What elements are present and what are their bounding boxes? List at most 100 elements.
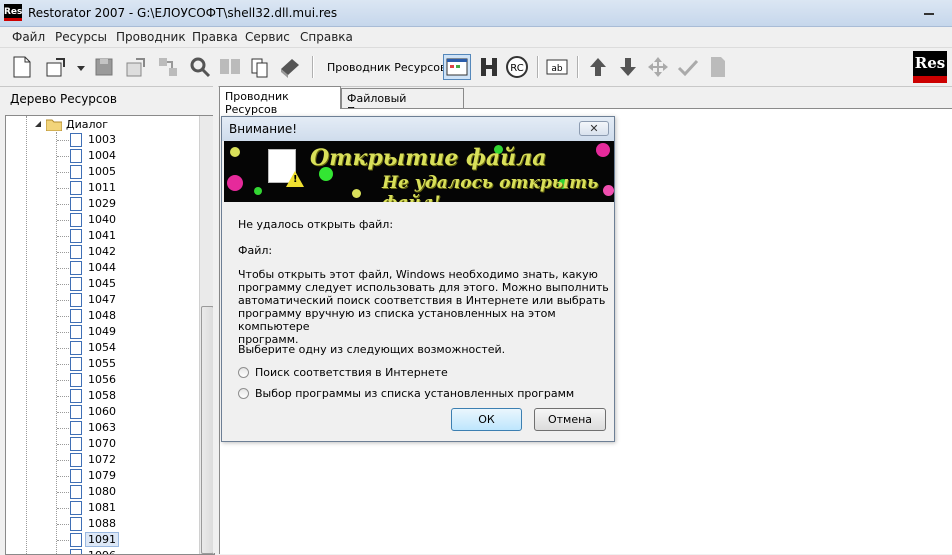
tree-item[interactable]: 1080 (57, 484, 210, 500)
tree-item[interactable]: 1096 (70, 548, 210, 554)
tree-connector (57, 380, 69, 381)
tree-item[interactable]: 1048 (57, 308, 210, 324)
hex-view-icon[interactable] (477, 55, 501, 79)
tree-item[interactable]: 1063 (57, 420, 210, 436)
tree-item[interactable]: 1044 (57, 260, 210, 276)
tree-item[interactable]: 1042 (57, 244, 210, 260)
tree-connector (57, 252, 69, 253)
dialog-resource-icon (70, 277, 82, 291)
tree-connector (57, 364, 69, 365)
tree-item-label: 1003 (88, 133, 116, 146)
tree-item[interactable]: 1005 (57, 164, 210, 180)
warning-dialog: Внимание! ✕ Открытие файла Не удалось от… (221, 116, 615, 442)
menu-file[interactable]: Файл (12, 30, 45, 44)
menu-edit[interactable]: Правка (192, 30, 238, 44)
tree-item[interactable]: 1072 (57, 452, 210, 468)
menu-help[interactable]: Справка (300, 30, 353, 44)
radio-button[interactable] (238, 388, 249, 399)
copy-icon[interactable] (248, 55, 272, 79)
dialog-close-button[interactable]: ✕ (579, 121, 609, 136)
banner-dot (596, 143, 610, 157)
tree-item-label: 1040 (88, 213, 116, 226)
tree-item-label: 1029 (88, 197, 116, 210)
rc-view-icon[interactable]: RC (505, 55, 529, 79)
help-line: автоматический поиск соответствия в Инте… (238, 294, 606, 307)
tree-item[interactable]: 1091 (57, 532, 210, 548)
tree-item[interactable]: 1088 (57, 516, 210, 532)
dialog-resource-icon (70, 469, 82, 483)
tab-file-explorer[interactable]: Файловый Проводник (341, 88, 464, 118)
minimize-button[interactable] (916, 5, 942, 17)
cancel-button[interactable]: Отмена (534, 408, 606, 431)
tree-item[interactable]: 1041 (57, 228, 210, 244)
tree-connector (57, 300, 69, 301)
tree-item[interactable]: 1056 (57, 372, 210, 388)
resource-view-icon[interactable] (443, 54, 471, 80)
tree-item-label: 1072 (88, 453, 116, 466)
menu-explorer[interactable]: Проводник (116, 30, 186, 44)
banner-subtitle: Не удалось открыть файл! (382, 173, 599, 202)
tree-item[interactable]: 1029 (57, 196, 210, 212)
tree-item-label: 1080 (88, 485, 116, 498)
option-label: Поиск соответствия в Интернете (255, 366, 448, 379)
tree-item[interactable]: 1079 (57, 468, 210, 484)
tree-item[interactable]: 1004 (57, 148, 210, 164)
tree-item[interactable]: 1058 (57, 388, 210, 404)
menu-tools[interactable]: Сервис (245, 30, 290, 44)
tree-item-label: 1079 (88, 469, 116, 482)
toolbar: Проводник Ресурсов: RC ab (0, 48, 952, 87)
tree-item-label: 1049 (88, 325, 116, 338)
dialog-titlebar: Внимание! ✕ (222, 117, 614, 141)
dialog-resource-icon (70, 517, 82, 531)
arrow-down-icon[interactable] (616, 55, 640, 79)
expand-arrow-icon[interactable] (34, 120, 42, 128)
export-icon (126, 58, 145, 77)
tree-item[interactable]: 1070 (57, 436, 210, 452)
tree-item[interactable]: 1049 (57, 324, 210, 340)
tree-item[interactable]: 1060 (57, 404, 210, 420)
dialog-resource-icon (70, 501, 82, 515)
tree-item[interactable]: 1054 (57, 340, 210, 356)
tree-item-label: 1091 (85, 532, 119, 547)
tree-connector (57, 156, 69, 157)
tab-resource-explorer[interactable]: Проводник Ресурсов (219, 86, 341, 116)
dialog-view-icon[interactable]: ab (545, 55, 569, 79)
new-file-icon[interactable] (10, 55, 34, 79)
resource-tree[interactable]: Диалог 1003 1004 1005 1011 1029 1040 1041 1042 1… (5, 115, 215, 555)
search-icon[interactable] (188, 55, 212, 79)
banner-dot (227, 175, 243, 191)
arrow-up-icon[interactable] (586, 55, 610, 79)
tree-item-label: 1054 (88, 341, 116, 354)
book-icon[interactable] (278, 55, 302, 79)
tree-item-label: 1011 (88, 181, 116, 194)
tree-item[interactable]: 1047 (57, 292, 210, 308)
tree-item[interactable]: 1045 (57, 276, 210, 292)
app-icon[interactable]: Res (4, 4, 22, 21)
window-title: Restorator 2007 - G:\ЕЛОУСОФТ\shell32.dl… (28, 6, 338, 20)
title-bar: Res Restorator 2007 - G:\ЕЛОУСОФТ\shell3… (0, 0, 952, 27)
tree-item-label: 1063 (88, 421, 116, 434)
banner-dot (254, 187, 262, 195)
tree-item[interactable]: 1040 (57, 212, 210, 228)
dropdown-arrow-icon[interactable] (74, 55, 88, 79)
tree-item[interactable]: 1011 (57, 180, 210, 196)
tree-item-label: 1058 (88, 389, 116, 402)
panel-splitter[interactable] (213, 86, 218, 553)
banner-dot (352, 189, 361, 198)
open-file-icon[interactable] (44, 55, 68, 79)
tree-item[interactable]: 1081 (57, 500, 210, 516)
ok-button[interactable]: ОК (451, 408, 522, 431)
tree-item[interactable]: 1003 (57, 132, 210, 148)
tree-item-label: 1096 (88, 549, 116, 554)
tree-item-label: 1047 (88, 293, 116, 306)
option-label: Выбор программы из списка установленных … (255, 387, 575, 400)
tree-item[interactable]: 1055 (57, 356, 210, 372)
tree-connector (57, 268, 69, 269)
tree-item-label: 1081 (88, 501, 116, 514)
menu-resources[interactable]: Ресурсы (55, 30, 107, 44)
radio-button[interactable] (238, 367, 249, 378)
dialog-resource-icon (70, 197, 82, 211)
tree-connector (57, 236, 69, 237)
resource-explorer-label: Проводник Ресурсов: (327, 61, 451, 74)
menu-bar: Файл Ресурсы Проводник Правка Сервис Спр… (0, 27, 952, 48)
